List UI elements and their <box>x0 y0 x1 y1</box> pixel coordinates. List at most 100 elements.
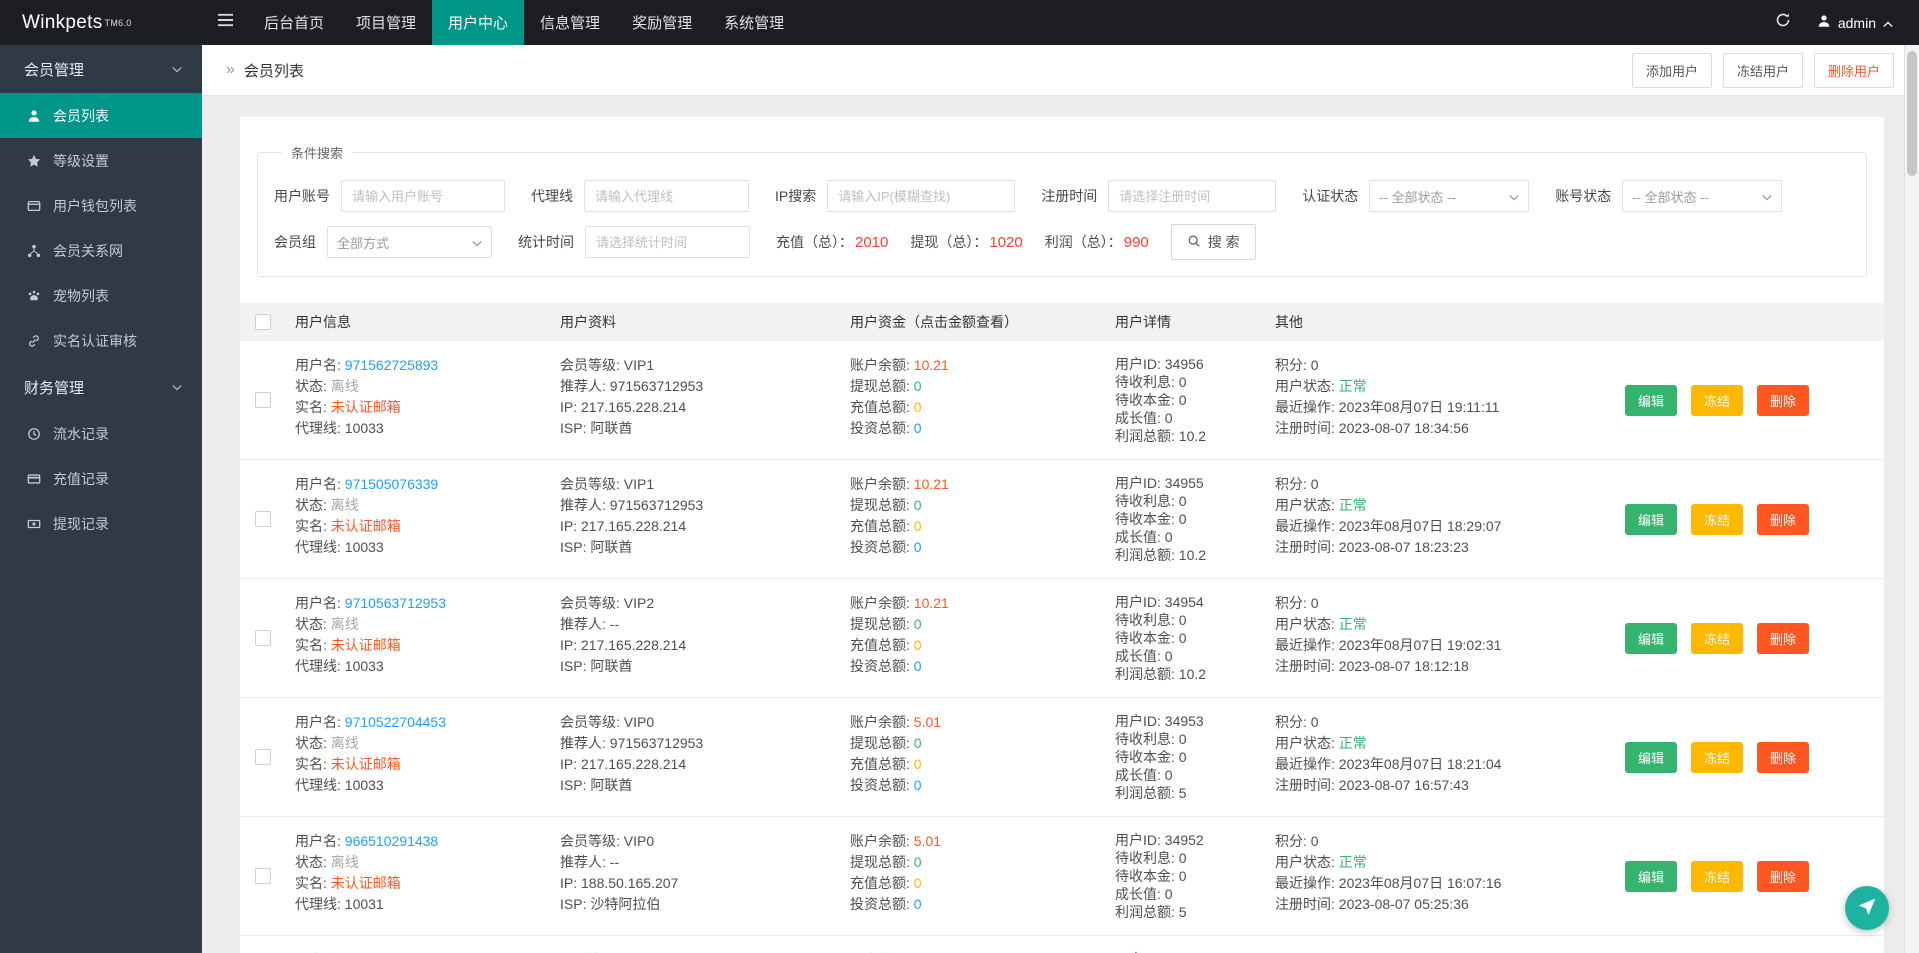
sidebar-item-pet-list[interactable]: 宠物列表 <box>0 273 202 318</box>
member-group-select[interactable]: 全部方式 <box>327 226 492 258</box>
sidebar-item-realname-audit[interactable]: 实名认证审核 <box>0 318 202 363</box>
freeze-button[interactable]: 冻结 <box>1691 741 1744 773</box>
points-label: 积分: <box>1275 357 1311 373</box>
delete-button[interactable]: 删除 <box>1757 384 1810 416</box>
freeze-button[interactable]: 冻结 <box>1691 503 1744 535</box>
brand-text: Winkpets <box>22 11 103 33</box>
recharge-total-value[interactable]: 0 <box>914 518 922 534</box>
edit-button[interactable]: 编辑 <box>1625 860 1678 892</box>
recharge-total-value[interactable]: 0 <box>914 637 922 653</box>
username-link[interactable]: 971562725893 <box>345 357 438 373</box>
add-user-button[interactable]: 添加用户 <box>1631 52 1712 88</box>
refresh-icon[interactable] <box>1775 12 1791 33</box>
username-link[interactable]: 9710522704453 <box>345 714 446 730</box>
sidebar-item-member-list[interactable]: 会员列表 <box>0 93 202 138</box>
delete-button[interactable]: 删除 <box>1757 503 1810 535</box>
freeze-button[interactable]: 冻结 <box>1691 622 1744 654</box>
scrollbar[interactable] <box>1904 45 1919 953</box>
table-row: 用户名: 9710563712953 状态: 离线 实名: 未认证邮箱 代理线:… <box>240 579 1884 698</box>
chat-fab-button[interactable] <box>1845 886 1889 930</box>
row-checkbox[interactable] <box>254 511 271 527</box>
sidebar-item-level-settings[interactable]: 等级设置 <box>0 138 202 183</box>
withdraw-total-value[interactable]: 0 <box>914 854 922 870</box>
username-link[interactable]: 9710563712953 <box>345 595 446 611</box>
edit-button[interactable]: 编辑 <box>1625 384 1678 416</box>
invest-total-value[interactable]: 0 <box>914 658 922 674</box>
admin-menu[interactable]: admin <box>1817 14 1893 31</box>
chevron-down-icon <box>172 384 182 391</box>
recharge-total-value[interactable]: 0 <box>914 399 922 415</box>
ip-search-input[interactable] <box>827 180 1016 212</box>
balance-value[interactable]: 5.01 <box>914 714 941 730</box>
balance-value[interactable]: 5.01 <box>914 833 941 849</box>
sidebar-item-flow-records[interactable]: 流水记录 <box>0 411 202 456</box>
withdraw-total-value[interactable]: 0 <box>914 616 922 632</box>
withdraw-total-label: 提现总额: <box>850 616 914 632</box>
realname-value: 未认证邮箱 <box>330 399 401 415</box>
freeze-user-button[interactable]: 冻结用户 <box>1722 52 1803 88</box>
agent-line-label: 代理线: <box>295 539 345 555</box>
nav-item-user-center[interactable]: 用户中心 <box>432 0 525 45</box>
nav-item-projects[interactable]: 项目管理 <box>340 0 432 45</box>
select-all-checkbox[interactable] <box>254 314 271 330</box>
delete-button[interactable]: 删除 <box>1757 860 1810 892</box>
balance-value[interactable]: 10.21 <box>914 357 949 373</box>
register-time-input[interactable] <box>1108 180 1277 212</box>
username-label: 用户名: <box>295 833 345 849</box>
balance-label: 账户余额: <box>850 833 914 849</box>
freeze-button[interactable]: 冻结 <box>1691 384 1744 416</box>
invest-total-value[interactable]: 0 <box>914 896 922 912</box>
withdraw-total-value[interactable]: 0 <box>914 378 922 394</box>
pending-interest-value: 0 <box>1178 850 1187 866</box>
delete-button[interactable]: 删除 <box>1757 622 1810 654</box>
auth-status-select[interactable]: -- 全部状态 -- <box>1369 180 1530 212</box>
sidebar-group-member[interactable]: 会员管理 <box>0 45 202 93</box>
nav-item-info[interactable]: 信息管理 <box>524 0 616 45</box>
row-checkbox[interactable] <box>254 868 271 884</box>
hamburger-icon[interactable] <box>202 0 248 45</box>
balance-value[interactable]: 10.21 <box>914 595 949 611</box>
search-button[interactable]: 搜 索 <box>1170 224 1256 260</box>
sidebar-item-recharge-records[interactable]: 充值记录 <box>0 456 202 501</box>
pending-principal-value: 0 <box>1178 511 1187 527</box>
sidebar-group-finance[interactable]: 财务管理 <box>0 363 202 411</box>
withdraw-total-value[interactable]: 0 <box>914 497 922 513</box>
invest-total-value[interactable]: 0 <box>914 539 922 555</box>
delete-user-button[interactable]: 删除用户 <box>1813 52 1894 88</box>
page-title: 会员列表 <box>243 62 304 80</box>
agent-line-input[interactable] <box>584 180 749 212</box>
row-checkbox[interactable] <box>254 392 271 408</box>
freeze-button[interactable]: 冻结 <box>1691 860 1744 892</box>
row-checkbox[interactable] <box>254 749 271 765</box>
edit-button[interactable]: 编辑 <box>1625 503 1678 535</box>
nav-item-home[interactable]: 后台首页 <box>248 0 340 45</box>
edit-button[interactable]: 编辑 <box>1625 622 1678 654</box>
sidebar-item-withdraw-records[interactable]: 提现记录 <box>0 501 202 546</box>
scrollbar-thumb[interactable] <box>1907 51 1917 176</box>
sidebar-item-relation-net[interactable]: 会员关系网 <box>0 228 202 273</box>
sidebar-item-wallet-list[interactable]: 用户钱包列表 <box>0 183 202 228</box>
record-icon <box>26 427 42 441</box>
pending-interest-value: 0 <box>1178 493 1187 509</box>
withdraw-total-value[interactable]: 0 <box>914 735 922 751</box>
recharge-total-value[interactable]: 0 <box>914 875 922 891</box>
user-id-value: 34954 <box>1164 594 1204 610</box>
nav-item-rewards[interactable]: 奖励管理 <box>616 0 708 45</box>
row-checkbox[interactable] <box>254 630 271 646</box>
account-input[interactable] <box>341 180 505 212</box>
edit-button[interactable]: 编辑 <box>1625 741 1678 773</box>
stat-time-input[interactable] <box>585 226 750 258</box>
table-header: 用户信息 用户资料 用户资金（点击金额查看） 用户详情 其他 <box>240 303 1884 341</box>
username-link[interactable]: 971505076339 <box>345 476 438 492</box>
delete-button[interactable]: 删除 <box>1757 741 1810 773</box>
invest-total-value[interactable]: 0 <box>914 420 922 436</box>
nav-item-system[interactable]: 系统管理 <box>708 0 800 45</box>
balance-value[interactable]: 10.21 <box>914 476 949 492</box>
user-status-label: 用户状态: <box>1275 735 1339 751</box>
isp-label: ISP: <box>560 896 591 912</box>
username-link[interactable]: 966510291438 <box>345 833 438 849</box>
account-status-select[interactable]: -- 全部状态 -- <box>1622 180 1783 212</box>
invest-total-value[interactable]: 0 <box>914 777 922 793</box>
points-label: 积分: <box>1275 595 1311 611</box>
recharge-total-value[interactable]: 0 <box>914 756 922 772</box>
